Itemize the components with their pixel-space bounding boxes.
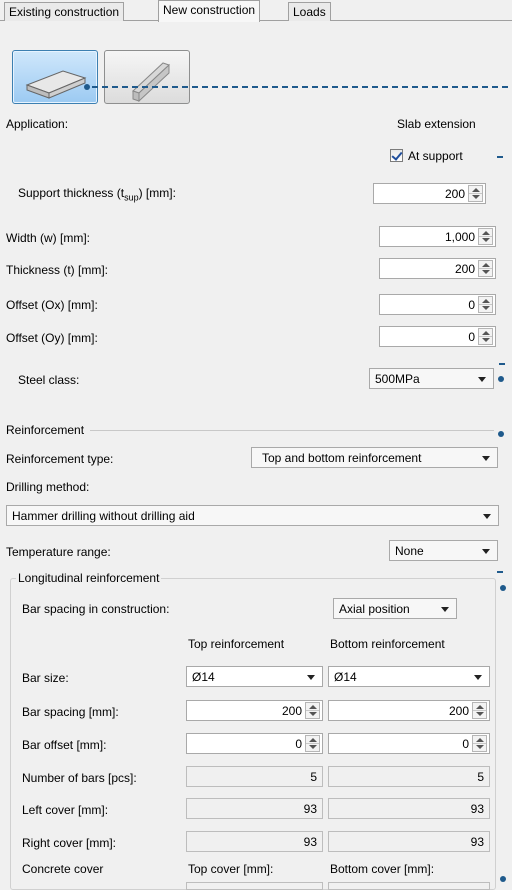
top-cover-label: Top cover [mm]:	[188, 862, 274, 876]
bar-spacing-bottom-input[interactable]: 200	[328, 700, 490, 721]
bar-size-label: Bar size:	[22, 671, 69, 685]
longitudinal-reinforcement-title: Longitudinal reinforcement	[16, 571, 162, 585]
annotation-dot	[84, 84, 90, 90]
concrete-cover-label: Concrete cover	[22, 862, 104, 876]
offset-y-label: Offset (Oy) [mm]:	[6, 331, 98, 345]
thickness-label: Thickness (t) [mm]:	[6, 263, 109, 277]
left-cover-bottom-value: 93	[328, 798, 490, 819]
offset-x-label: Offset (Ox) [mm]:	[6, 298, 98, 312]
annotation-dot	[498, 376, 504, 382]
offset-x-input[interactable]: 0	[379, 294, 496, 315]
bar-size-top-dropdown[interactable]: Ø14	[186, 666, 323, 687]
at-support-checkbox[interactable]	[390, 149, 403, 162]
annotation-tick	[499, 363, 505, 365]
spinner-arrows[interactable]	[478, 228, 493, 245]
left-cover-label: Left cover [mm]:	[22, 803, 109, 817]
top-cover-field[interactable]	[186, 882, 323, 890]
number-of-bars-top-value: 5	[186, 766, 323, 787]
tab-new-construction[interactable]: New construction	[158, 0, 261, 22]
chevron-down-icon	[482, 456, 490, 461]
spinner-arrows[interactable]	[305, 735, 320, 752]
reinforcement-type-label: Reinforcement type:	[6, 452, 114, 466]
bottom-cover-field[interactable]	[328, 882, 490, 890]
right-cover-top-value: 93	[186, 831, 323, 852]
spinner-arrows[interactable]	[478, 296, 493, 313]
beam-icon	[132, 62, 170, 103]
right-cover-label: Right cover [mm]:	[22, 836, 117, 850]
number-of-bars-label: Number of bars [pcs]:	[22, 771, 137, 785]
support-thickness-input[interactable]: 200	[373, 183, 486, 204]
bar-offset-bottom-input[interactable]: 0	[328, 733, 490, 754]
at-support-label: At support	[408, 149, 463, 163]
spinner-arrows[interactable]	[472, 702, 487, 719]
width-label: Width (w) [mm]:	[6, 231, 90, 245]
beam-type-button[interactable]	[104, 50, 190, 104]
bar-spacing-mm-label: Bar spacing [mm]:	[22, 705, 119, 719]
offset-y-input[interactable]: 0	[379, 326, 496, 347]
chevron-down-icon	[482, 549, 490, 554]
column-header-top: Top reinforcement	[188, 637, 285, 651]
annotation-leader	[92, 86, 508, 88]
spinner-arrows[interactable]	[478, 260, 493, 277]
right-cover-bottom-value: 93	[328, 831, 490, 852]
support-thickness-label: Support thickness (tsup) [mm]:	[18, 186, 176, 203]
application-value: Slab extension	[397, 117, 476, 131]
steel-class-dropdown[interactable]: 500MPa	[369, 368, 494, 389]
group-separator	[90, 430, 494, 431]
annotation-tick	[497, 571, 503, 573]
thickness-input[interactable]: 200	[379, 258, 496, 279]
bottom-cover-label: Bottom cover [mm]:	[330, 862, 435, 876]
temperature-range-label: Temperature range:	[6, 545, 111, 559]
reinforcement-type-dropdown[interactable]: Top and bottom reinforcement	[251, 447, 498, 468]
bar-spacing-construction-label: Bar spacing in construction:	[22, 602, 170, 616]
reinforcement-group-title: Reinforcement	[6, 423, 85, 437]
annotation-dot	[500, 585, 506, 591]
slab-type-button[interactable]	[12, 50, 98, 104]
bar-spacing-top-input[interactable]: 200	[186, 700, 323, 721]
tab-existing-construction[interactable]: Existing construction	[4, 2, 125, 21]
annotation-dot	[500, 876, 506, 882]
spinner-arrows[interactable]	[305, 702, 320, 719]
tab-loads[interactable]: Loads	[288, 2, 331, 21]
number-of-bars-bottom-value: 5	[328, 766, 490, 787]
spinner-arrows[interactable]	[472, 735, 487, 752]
bar-offset-label: Bar offset [mm]:	[22, 738, 107, 752]
bar-spacing-construction-dropdown[interactable]: Axial position	[333, 598, 457, 619]
annotation-tick	[497, 156, 503, 158]
temperature-range-dropdown[interactable]: None	[389, 540, 498, 561]
drilling-method-label: Drilling method:	[6, 480, 90, 494]
steel-class-label: Steel class:	[18, 373, 80, 387]
annotation-dot	[498, 431, 504, 437]
column-header-bottom: Bottom reinforcement	[330, 637, 445, 651]
chevron-down-icon	[483, 514, 491, 519]
bar-size-bottom-dropdown[interactable]: Ø14	[328, 666, 490, 687]
drilling-method-dropdown[interactable]: Hammer drilling without drilling aid	[6, 505, 499, 526]
chevron-down-icon	[441, 607, 449, 612]
spinner-arrows[interactable]	[478, 328, 493, 345]
chevron-down-icon	[474, 675, 482, 680]
chevron-down-icon	[478, 377, 486, 382]
spinner-arrows[interactable]	[468, 185, 483, 202]
chevron-down-icon	[307, 675, 315, 680]
width-input[interactable]: 1,000	[379, 226, 496, 247]
slab-icon	[25, 70, 87, 99]
application-label: Application:	[6, 117, 69, 131]
left-cover-top-value: 93	[186, 798, 323, 819]
bar-offset-top-input[interactable]: 0	[186, 733, 323, 754]
